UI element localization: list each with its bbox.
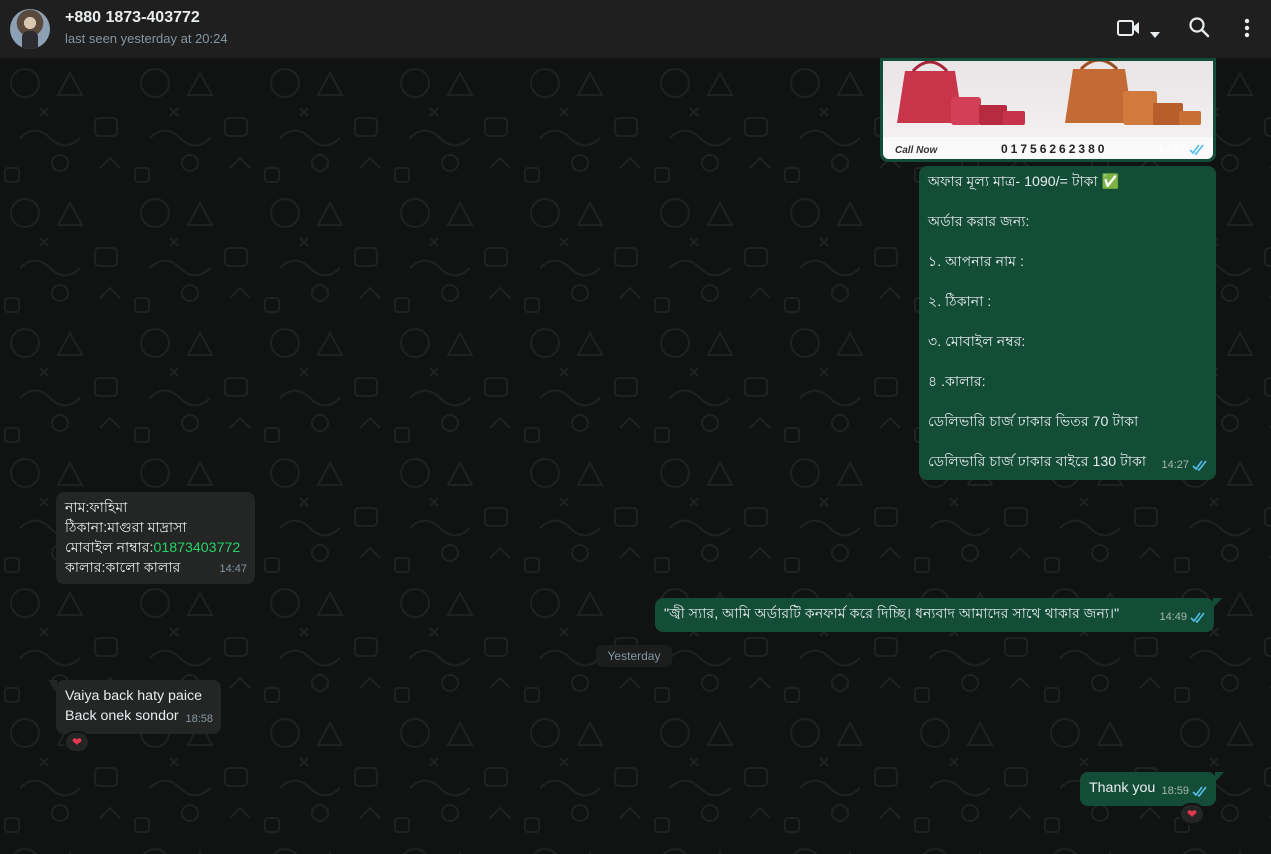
message-time: 14:27 xyxy=(1158,143,1186,155)
image-phone-number: 01756262380 xyxy=(1001,142,1108,156)
confirm-message-bubble[interactable]: "জ্বী স্যার, আমি অর্ডারটি কনফার্ম করে দি… xyxy=(655,598,1222,632)
thanks-message-bubble[interactable]: Thank you 18:59 xyxy=(1080,772,1224,806)
message-text-line: নাম:ফাহিমা xyxy=(65,500,128,516)
date-divider: Yesterday xyxy=(596,645,672,667)
message-text-line: ৪ .কালার: xyxy=(928,374,986,390)
message-text-line: Vaiya back haty paice xyxy=(65,688,202,704)
image-message-bubble[interactable]: Call Now 01756262380 14:27 xyxy=(880,58,1216,162)
message-text-line: ঠিকানা:মাগুরা মাদ্রাসা xyxy=(65,520,187,536)
message-time: 14:27 xyxy=(1161,459,1189,471)
customer-feedback-message-bubble[interactable]: Vaiya back haty paice Back onek sondor 1… xyxy=(48,680,221,734)
read-ticks-icon xyxy=(1192,460,1207,471)
message-time: 18:59 xyxy=(1161,785,1189,797)
phone-label: মোবাইল নাম্বার: xyxy=(65,540,154,556)
message-meta: 18:58 xyxy=(185,709,213,729)
offer-message-bubble[interactable]: অফার মূল্য মাত্র- 1090/= টাকা ✅ অর্ডার ক… xyxy=(919,166,1216,480)
video-call-icon[interactable] xyxy=(1117,18,1141,43)
message-meta: 14:47 xyxy=(219,559,247,579)
message-text-line: ৩. মোবাইল নম্বর: xyxy=(928,334,1026,350)
last-seen-status: last seen yesterday at 20:24 xyxy=(65,31,228,46)
contact-avatar[interactable] xyxy=(10,9,50,49)
heart-reaction-icon[interactable]: ❤ xyxy=(1179,803,1205,825)
message-text-line: অর্ডার করার জন্য: xyxy=(928,214,1030,230)
message-text-line: "জ্বী স্যার, আমি অর্ডারটি কনফার্ম করে দি… xyxy=(664,606,1120,622)
chat-pane[interactable]: Call Now 01756262380 14:27 অফার মূল্য মা… xyxy=(0,58,1271,854)
message-text-line: ডেলিভারি চার্জ ঢাকার ভিতর 70 টাকা xyxy=(928,414,1139,430)
contact-name[interactable]: +880 1873-403772 xyxy=(65,9,200,27)
heart-reaction-icon[interactable]: ❤ xyxy=(64,731,90,753)
menu-dots-icon[interactable] xyxy=(1238,16,1256,45)
product-image[interactable]: Call Now 01756262380 14:27 xyxy=(883,61,1213,159)
read-ticks-icon xyxy=(1189,144,1204,155)
message-time: 14:49 xyxy=(1159,611,1187,623)
chat-header: +880 1873-403772 last seen yesterday at … xyxy=(0,0,1271,58)
chevron-down-icon[interactable] xyxy=(1150,25,1160,43)
customer-order-message-bubble[interactable]: নাম:ফাহিমা ঠিকানা:মাগুরা মাদ্রাসা মোবাইল… xyxy=(56,492,255,584)
message-text-line: মোবাইল নাম্বার:01873403772 xyxy=(65,538,246,558)
image-call-now-text: Call Now xyxy=(895,145,938,156)
message-text-line: ২. ঠিকানা : xyxy=(928,294,992,310)
message-meta: 14:49 xyxy=(1159,607,1206,627)
message-time: 14:47 xyxy=(219,563,247,575)
message-meta: 18:59 xyxy=(1161,781,1208,801)
search-icon[interactable] xyxy=(1188,16,1210,43)
message-time: 18:58 xyxy=(185,713,213,725)
message-meta: 14:27 xyxy=(1158,143,1205,155)
phone-number-link[interactable]: 01873403772 xyxy=(153,540,240,556)
read-ticks-icon xyxy=(1192,786,1207,797)
message-meta: 14:27 xyxy=(1161,455,1208,475)
message-text-line: অফার মূল্য মাত্র- 1090/= টাকা ✅ xyxy=(928,174,1120,190)
message-text-line: ১. আপনার নাম : xyxy=(928,254,1024,270)
read-ticks-icon xyxy=(1190,612,1205,623)
